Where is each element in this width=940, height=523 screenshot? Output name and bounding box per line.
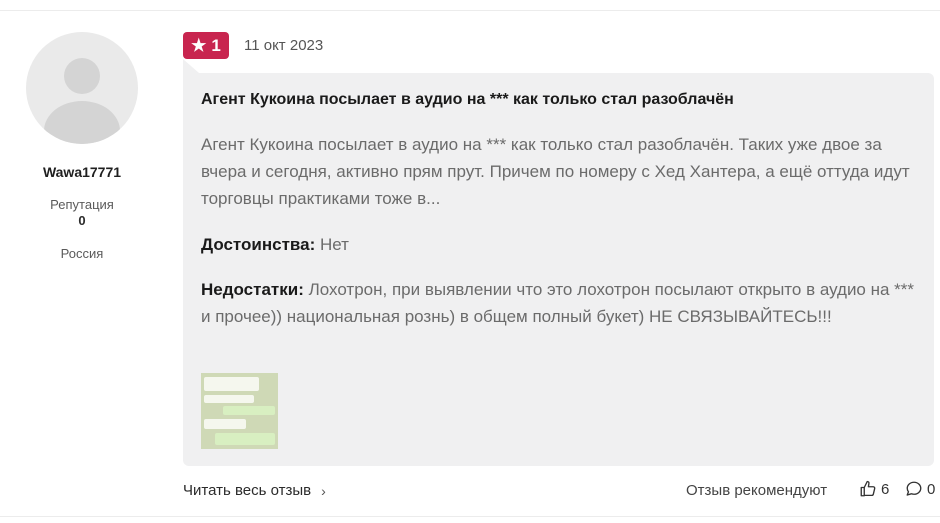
pros-text: Нет <box>320 235 349 254</box>
reputation-value: 0 <box>78 213 86 228</box>
username[interactable]: Wawa17771 <box>6 164 158 180</box>
recommend-label: Отзыв рекомендуют <box>686 482 828 499</box>
user-country: Россия <box>60 246 104 261</box>
rating-badge: ★ 1 <box>183 32 229 59</box>
avatar-body <box>44 101 120 144</box>
top-divider <box>0 10 940 11</box>
pros-label: Достоинства: <box>201 235 316 254</box>
avatar-head <box>64 58 100 94</box>
bottom-divider <box>0 516 940 517</box>
review-title[interactable]: Агент Кукоина посылает в аудио на *** ка… <box>201 91 734 109</box>
cons-text: Лохотрон, при выявлении что это лохотрон… <box>201 280 915 326</box>
chevron-right-icon: › <box>321 482 326 499</box>
review-body: Агент Кукоина посылает в аудио на *** ка… <box>201 135 910 208</box>
read-more-label: Читать весь отзыв <box>183 482 312 499</box>
user-profile: Wawa17771 Репутация 0 Россия <box>26 32 138 261</box>
comment-icon <box>906 481 922 496</box>
avatar[interactable] <box>26 32 138 144</box>
comments-button[interactable]: 0 <box>905 480 935 498</box>
review-date: 11 окт 2023 <box>244 37 324 54</box>
rating-value: 1 <box>211 35 221 55</box>
cons-label: Недостатки: <box>201 280 304 299</box>
read-full-review-link[interactable]: Читать весь отзыв › <box>183 482 326 499</box>
comments-count: 0 <box>927 480 936 498</box>
thumbs-up-icon <box>860 480 876 497</box>
likes-count: 6 <box>881 480 890 498</box>
reputation-label: Репутация <box>50 197 114 212</box>
review-cons: Недостатки: Лохотрон, при выявлении что … <box>201 276 921 330</box>
like-button[interactable]: 6 <box>859 480 889 498</box>
star-icon: ★ <box>191 36 207 55</box>
review-pros: Достоинства: Нет <box>201 231 921 258</box>
bubble-tail <box>183 59 199 73</box>
review-photo-thumbnail[interactable] <box>201 373 278 449</box>
